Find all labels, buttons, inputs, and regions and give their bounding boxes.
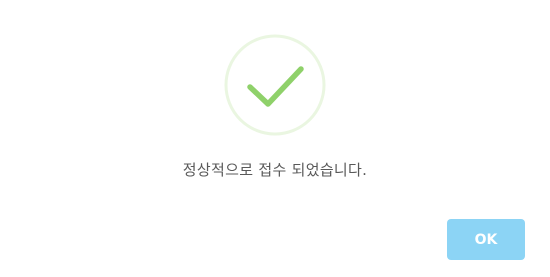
confirmation-message: 정상적으로 접수 되었습니다.	[182, 161, 368, 179]
ok-button[interactable]: OK	[447, 219, 525, 260]
success-dialog: 정상적으로 접수 되었습니다. OK	[0, 0, 550, 277]
success-check-icon	[223, 33, 327, 137]
